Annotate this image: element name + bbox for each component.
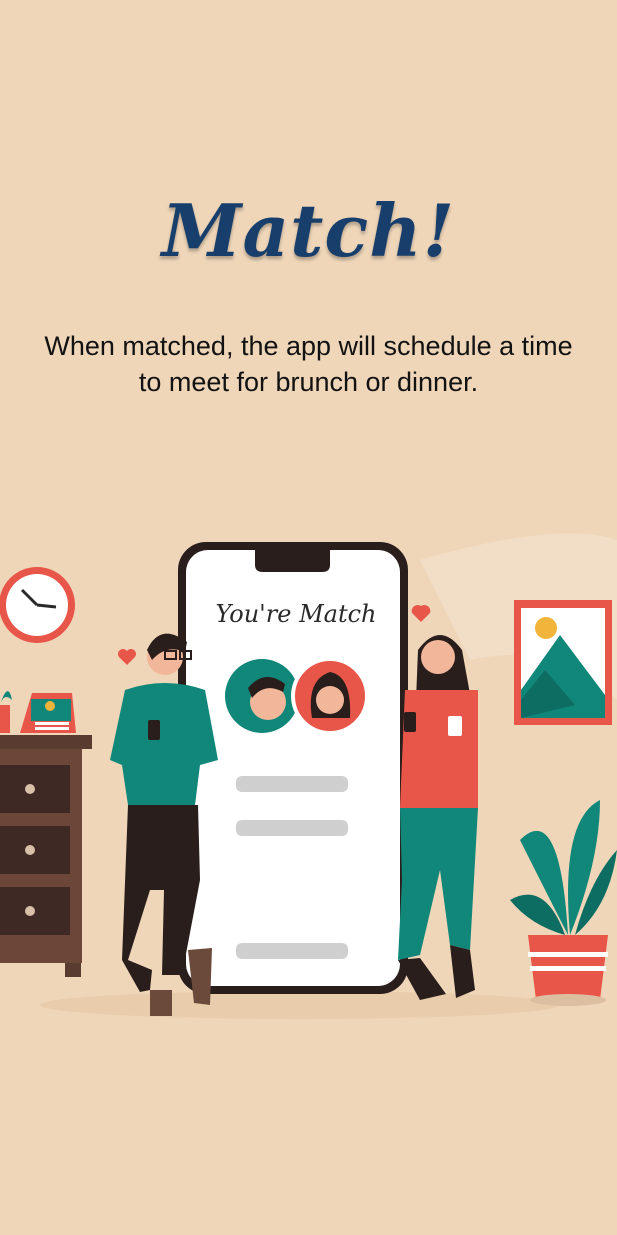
- phone-mockup: You're Match: [178, 542, 408, 994]
- heart-icon: [411, 604, 431, 622]
- screen-description: When matched, the app will schedule a ti…: [44, 331, 573, 397]
- woman-figure: [398, 635, 478, 1000]
- heart-icon: [118, 649, 136, 665]
- wall-picture: [514, 600, 612, 725]
- match-illustration: You're Match: [0, 533, 617, 1019]
- potted-plant: [510, 800, 617, 1006]
- wall-clock-icon: [0, 567, 75, 643]
- screen-title: Match!: [161, 188, 456, 273]
- phone-header-text: You're Match: [216, 600, 377, 628]
- dresser: [0, 691, 92, 977]
